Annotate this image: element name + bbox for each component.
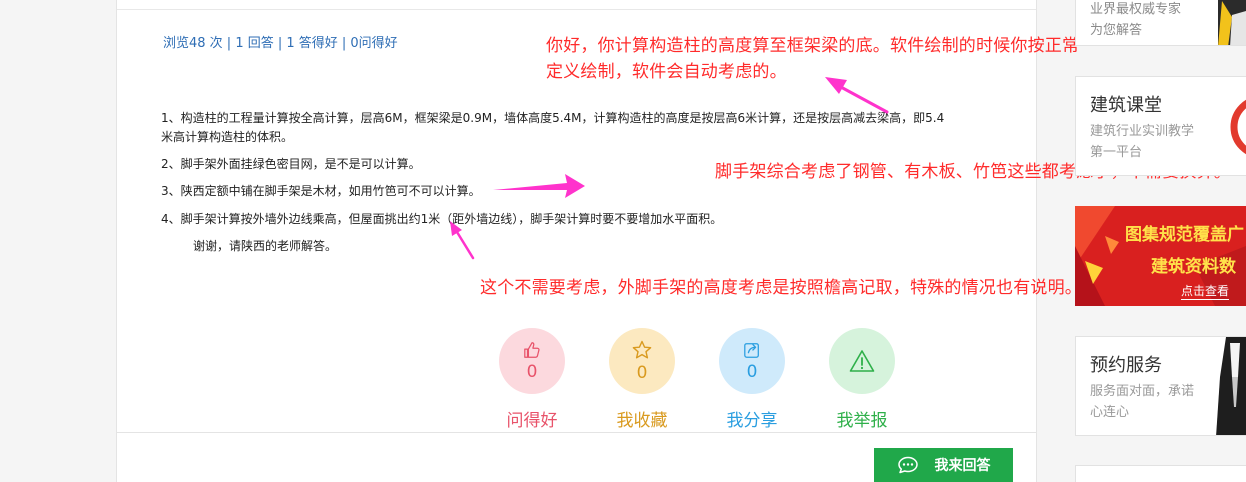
like-question-button[interactable]: 0 问得好 [492, 328, 572, 431]
share-count: 0 [746, 361, 758, 382]
question-line-3: 3、陕西定额中铺在脚手架是木材，如用竹笆可不可以计算。 [161, 184, 481, 198]
favorite-button[interactable]: 0 我收藏 [602, 328, 682, 431]
star-icon [632, 340, 652, 358]
service-person-icon [1216, 337, 1246, 435]
annotation-1-line-2: 定义绘制，软件会自动考虑的。 [546, 62, 787, 82]
report-button[interactable]: 我举报 [822, 328, 902, 431]
arrow-2-icon [493, 174, 585, 198]
expert-line-2: 为您解答 [1090, 23, 1143, 38]
service-desc: 服务面对面，承诺心连心 [1090, 384, 1195, 420]
expert-figure-icon [1218, 0, 1246, 45]
share-button[interactable]: 0 我分享 [712, 328, 792, 431]
expert-card[interactable]: 业界最权威专家 为您解答 [1075, 0, 1246, 46]
answer-button[interactable]: 我来回答 [874, 448, 1013, 482]
banner-link[interactable]: 点击查看 [1181, 282, 1230, 300]
banner-line-2: 建筑资料数 [1151, 257, 1236, 277]
like-circle[interactable]: 0 [499, 328, 565, 394]
chat-icon [897, 456, 918, 474]
service-title: 预约服务 [1090, 355, 1162, 376]
question-line-1: 1、构造柱的工程量计算按全高计算，层高6M，框架梁是0.9M，墙体高度5.4M，… [161, 111, 945, 125]
favorite-count: 0 [636, 362, 648, 383]
expert-line-1: 业界最权威专家 [1090, 2, 1182, 17]
report-circle[interactable] [829, 328, 895, 394]
question-line-4: 4、脚手架计算按外墙外边线乘高，但屋面挑出约1米（距外墙边线），脚手架计算时要不… [161, 212, 723, 226]
course-title: 建筑课堂 [1090, 95, 1162, 116]
annotation-1-line-1: 你好，你计算构造柱的高度算至框架梁的底。软件绘制的时候你按正常 [546, 36, 1080, 56]
warning-icon [849, 350, 875, 372]
thumbs-up-icon [524, 341, 540, 358]
favorite-label[interactable]: 我收藏 [602, 406, 682, 431]
course-desc: 建筑行业实训教学第一平台 [1090, 124, 1195, 160]
question-line-1-cont: 米高计算构造柱的体积。 [161, 130, 294, 144]
like-count: 0 [526, 361, 538, 382]
expert-card-text: 业界最权威专家 为您解答 [1090, 0, 1181, 41]
sidebar-next-card[interactable] [1075, 465, 1246, 482]
bottom-divider [117, 432, 1036, 433]
question-card: 浏览48 次 | 1 回答 | 1 答得好 | 0问得好 1、构造柱的工程量计算… [116, 0, 1231, 482]
annotation-3: 这个不需要考虑，外脚手架的高度考虑是按照檐高记取，特殊的情况也有说明。 [480, 278, 1082, 298]
question-stats: 浏览48 次 | 1 回答 | 1 答得好 | 0问得好 [163, 36, 398, 51]
favorite-circle[interactable]: 0 [609, 328, 675, 394]
share-icon [744, 342, 759, 358]
question-line-2: 2、脚手架外面挂绿色密目网，是不是可以计算。 [161, 157, 421, 171]
arrow-1-icon [825, 77, 889, 114]
question-signoff: 谢谢，请陕西的老师解答。 [193, 239, 338, 253]
service-card[interactable]: 预约服务 服务面对面，承诺心连心 [1075, 336, 1246, 436]
banner-line-1: 图集规范覆盖广 [1125, 225, 1244, 245]
like-label[interactable]: 问得好 [492, 406, 572, 431]
report-label[interactable]: 我举报 [822, 406, 902, 431]
course-card[interactable]: 建筑课堂 建筑行业实训教学第一平台 [1075, 76, 1246, 176]
course-logo-icon [1230, 99, 1246, 155]
standards-banner[interactable]: 图集规范覆盖广 建筑资料数 点击查看 [1075, 206, 1246, 306]
answer-button-label[interactable]: 我来回答 [935, 455, 991, 475]
top-divider [117, 9, 1036, 10]
share-label[interactable]: 我分享 [712, 406, 792, 431]
share-circle[interactable]: 0 [719, 328, 785, 394]
